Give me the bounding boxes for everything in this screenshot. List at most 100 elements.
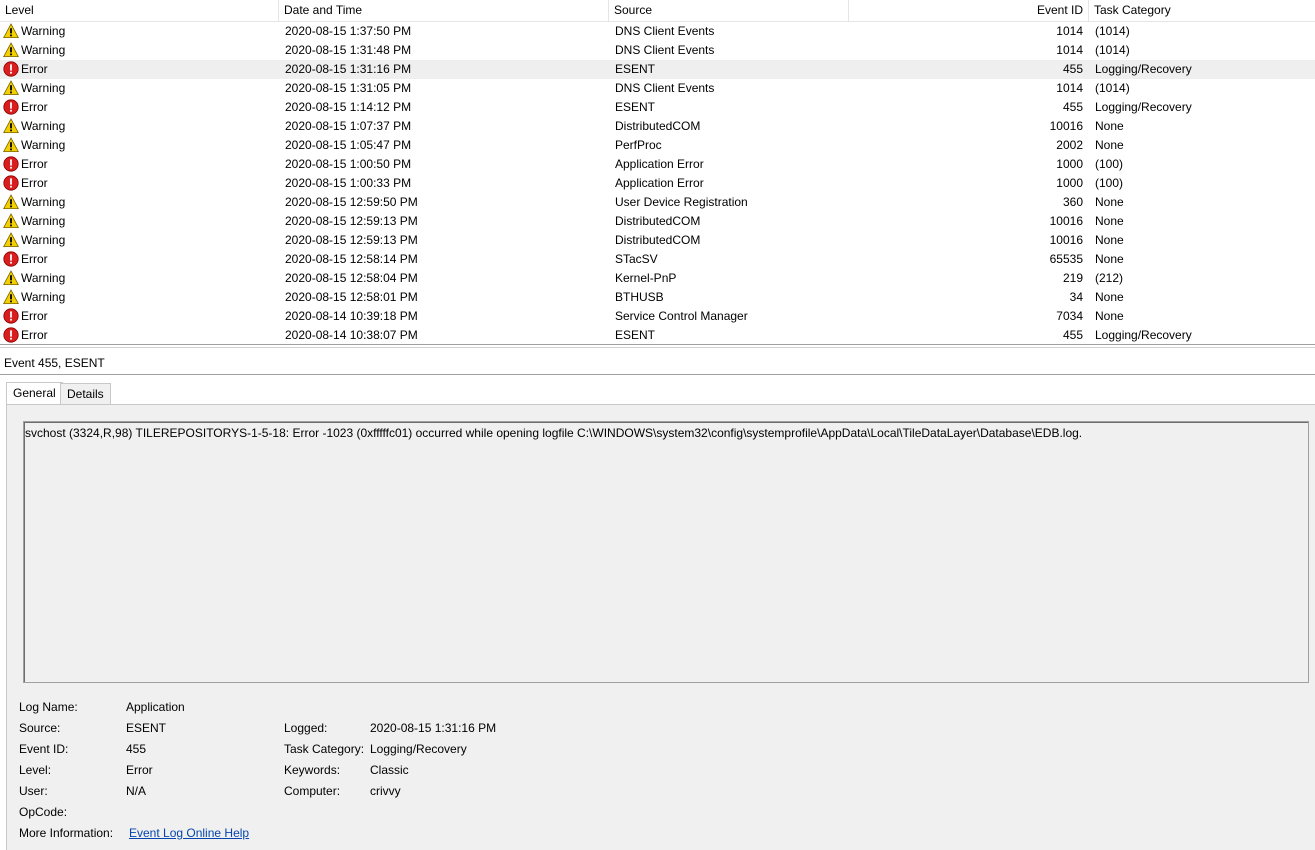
- event-row[interactable]: Warning 2020-08-15 12:59:13 PM Distributed…: [0, 212, 1315, 231]
- event-row[interactable]: Warning 2020-08-15 1:07:37 PM DistributedC…: [0, 117, 1315, 136]
- warning-icon: [3, 42, 19, 58]
- event-source-cell: DistributedCOM: [615, 214, 701, 228]
- event-source-cell: User Device Registration: [615, 195, 748, 209]
- event-level-cell: Warning: [3, 269, 273, 288]
- warning-icon: [3, 289, 19, 305]
- tab-details[interactable]: Details: [60, 383, 111, 406]
- event-level-text: Warning: [21, 271, 66, 285]
- event-id-cell: 455: [1062, 62, 1083, 76]
- event-level-cell: Error: [3, 326, 273, 345]
- event-row[interactable]: Warning 2020-08-15 12:58:01 PM BTHUSB 34 Non…: [0, 288, 1315, 307]
- event-date-cell: 2020-08-15 1:00:50 PM: [285, 157, 412, 171]
- event-row[interactable]: Warning 2020-08-15 1:31:05 PM DNS Client E…: [0, 79, 1315, 98]
- column-header-date[interactable]: Date and Time: [279, 0, 609, 21]
- event-level-text: Error: [21, 157, 48, 171]
- event-id-value: 455: [126, 742, 147, 756]
- user-label: User:: [19, 784, 48, 798]
- event-task-category-cell: None: [1095, 252, 1124, 266]
- event-source-cell: DistributedCOM: [615, 119, 701, 133]
- column-header-level[interactable]: Level: [0, 0, 279, 21]
- tab-general[interactable]: General: [6, 382, 63, 406]
- event-source-cell: STacSV: [615, 252, 658, 266]
- event-date-cell: 2020-08-15 12:59:13 PM: [285, 214, 418, 228]
- warning-icon: [3, 137, 19, 153]
- event-id-label: Event ID:: [19, 742, 69, 756]
- event-row[interactable]: Error 2020-08-14 10:39:18 PM Service Contr…: [0, 307, 1315, 326]
- event-list[interactable]: Level Date and Time Source Event ID Task…: [0, 0, 1315, 348]
- warning-icon: [3, 23, 19, 39]
- event-level-text: Warning: [21, 81, 66, 95]
- event-date-cell: 2020-08-15 1:05:47 PM: [285, 138, 412, 152]
- event-log-online-help-link[interactable]: Event Log Online Help: [129, 826, 249, 840]
- event-task-category-cell: None: [1095, 290, 1124, 304]
- event-row[interactable]: Error 2020-08-15 1:14:12 PM ESENT 455 Loggin…: [0, 98, 1315, 117]
- logged-value: 2020-08-15 1:31:16 PM: [370, 721, 497, 735]
- column-header-task-category[interactable]: Task Category: [1089, 0, 1315, 21]
- event-id-cell: 360: [1062, 195, 1083, 209]
- event-date-cell: 2020-08-15 12:58:01 PM: [285, 290, 418, 304]
- event-level-cell: Error: [3, 60, 273, 79]
- event-level-cell: Warning: [3, 117, 273, 136]
- pane-splitter[interactable]: [0, 344, 1315, 348]
- event-level-cell: Warning: [3, 79, 273, 98]
- task-category-value: Logging/Recovery: [370, 742, 467, 756]
- event-row[interactable]: Warning 2020-08-15 12:59:50 PM User Device…: [0, 193, 1315, 212]
- event-id-cell: 1000: [1056, 157, 1083, 171]
- event-message-box[interactable]: svchost (3324,R,98) TILEREPOSITORYS-1-5-…: [23, 421, 1309, 683]
- event-row[interactable]: Error 2020-08-14 10:38:07 PM ESENT 455 Loggi…: [0, 326, 1315, 345]
- event-source-cell: Service Control Manager: [615, 309, 748, 323]
- event-level-cell: Warning: [3, 193, 273, 212]
- error-icon: [3, 327, 19, 343]
- event-id-cell: 1014: [1056, 81, 1083, 95]
- computer-label: Computer:: [284, 784, 341, 798]
- event-id-cell: 10016: [1049, 119, 1083, 133]
- event-task-category-cell: (1014): [1095, 24, 1130, 38]
- event-level-text: Warning: [21, 233, 66, 247]
- error-icon: [3, 308, 19, 324]
- event-row[interactable]: Error 2020-08-15 1:00:33 PM Application Er…: [0, 174, 1315, 193]
- error-icon: [3, 61, 19, 77]
- event-level-cell: Warning: [3, 231, 273, 250]
- event-task-category-cell: None: [1095, 138, 1124, 152]
- keywords-value: Classic: [370, 763, 409, 777]
- event-source-cell: Kernel-PnP: [615, 271, 677, 285]
- user-value: N/A: [126, 784, 147, 798]
- event-row[interactable]: Warning 2020-08-15 1:37:50 PM DNS Client E…: [0, 22, 1315, 41]
- event-source-cell: ESENT: [615, 328, 656, 342]
- event-rows: Warning 2020-08-15 1:37:50 PM DNS Client E…: [0, 22, 1315, 345]
- event-source-cell: BTHUSB: [615, 290, 664, 304]
- event-level-text: Warning: [21, 290, 66, 304]
- event-level-text: Warning: [21, 24, 66, 38]
- source-value: ESENT: [126, 721, 167, 735]
- event-row[interactable]: Error 2020-08-15 12:58:14 PM STacSV 65535 No…: [0, 250, 1315, 269]
- event-id-cell: 1014: [1056, 24, 1083, 38]
- column-header-source[interactable]: Source: [609, 0, 849, 21]
- logged-label: Logged:: [284, 721, 328, 735]
- event-row[interactable]: Warning 2020-08-15 1:05:47 PM PerfProc 2002…: [0, 136, 1315, 155]
- column-header-event-id[interactable]: Event ID: [849, 0, 1089, 21]
- event-date-cell: 2020-08-15 12:59:13 PM: [285, 233, 418, 247]
- event-source-cell: Application Error: [615, 176, 704, 190]
- event-row[interactable]: Error 2020-08-15 1:31:16 PM ESENT 455 Loggin…: [0, 60, 1315, 79]
- event-level-cell: Error: [3, 155, 273, 174]
- event-task-category-cell: (100): [1095, 157, 1124, 171]
- event-task-category-cell: None: [1095, 195, 1124, 209]
- event-date-cell: 2020-08-15 1:07:37 PM: [285, 119, 412, 133]
- error-icon: [3, 156, 19, 172]
- event-row[interactable]: Warning 2020-08-15 12:59:13 PM Distributed…: [0, 231, 1315, 250]
- event-row[interactable]: Warning 2020-08-15 12:58:04 PM Kernel-PnP 2…: [0, 269, 1315, 288]
- source-label: Source:: [19, 721, 61, 735]
- event-date-cell: 2020-08-15 1:00:33 PM: [285, 176, 412, 190]
- event-level-cell: Error: [3, 250, 273, 269]
- event-task-category-cell: (1014): [1095, 43, 1130, 57]
- event-id-cell: 34: [1069, 290, 1083, 304]
- event-level-cell: Error: [3, 174, 273, 193]
- event-id-cell: 455: [1062, 100, 1083, 114]
- event-task-category-cell: Logging/Recovery: [1095, 328, 1192, 342]
- event-level-text: Warning: [21, 138, 66, 152]
- event-date-cell: 2020-08-15 12:59:50 PM: [285, 195, 418, 209]
- event-row[interactable]: Error 2020-08-15 1:00:50 PM Application Er…: [0, 155, 1315, 174]
- event-task-category-cell: Logging/Recovery: [1095, 100, 1192, 114]
- event-row[interactable]: Warning 2020-08-15 1:31:48 PM DNS Client E…: [0, 41, 1315, 60]
- event-id-cell: 10016: [1049, 233, 1083, 247]
